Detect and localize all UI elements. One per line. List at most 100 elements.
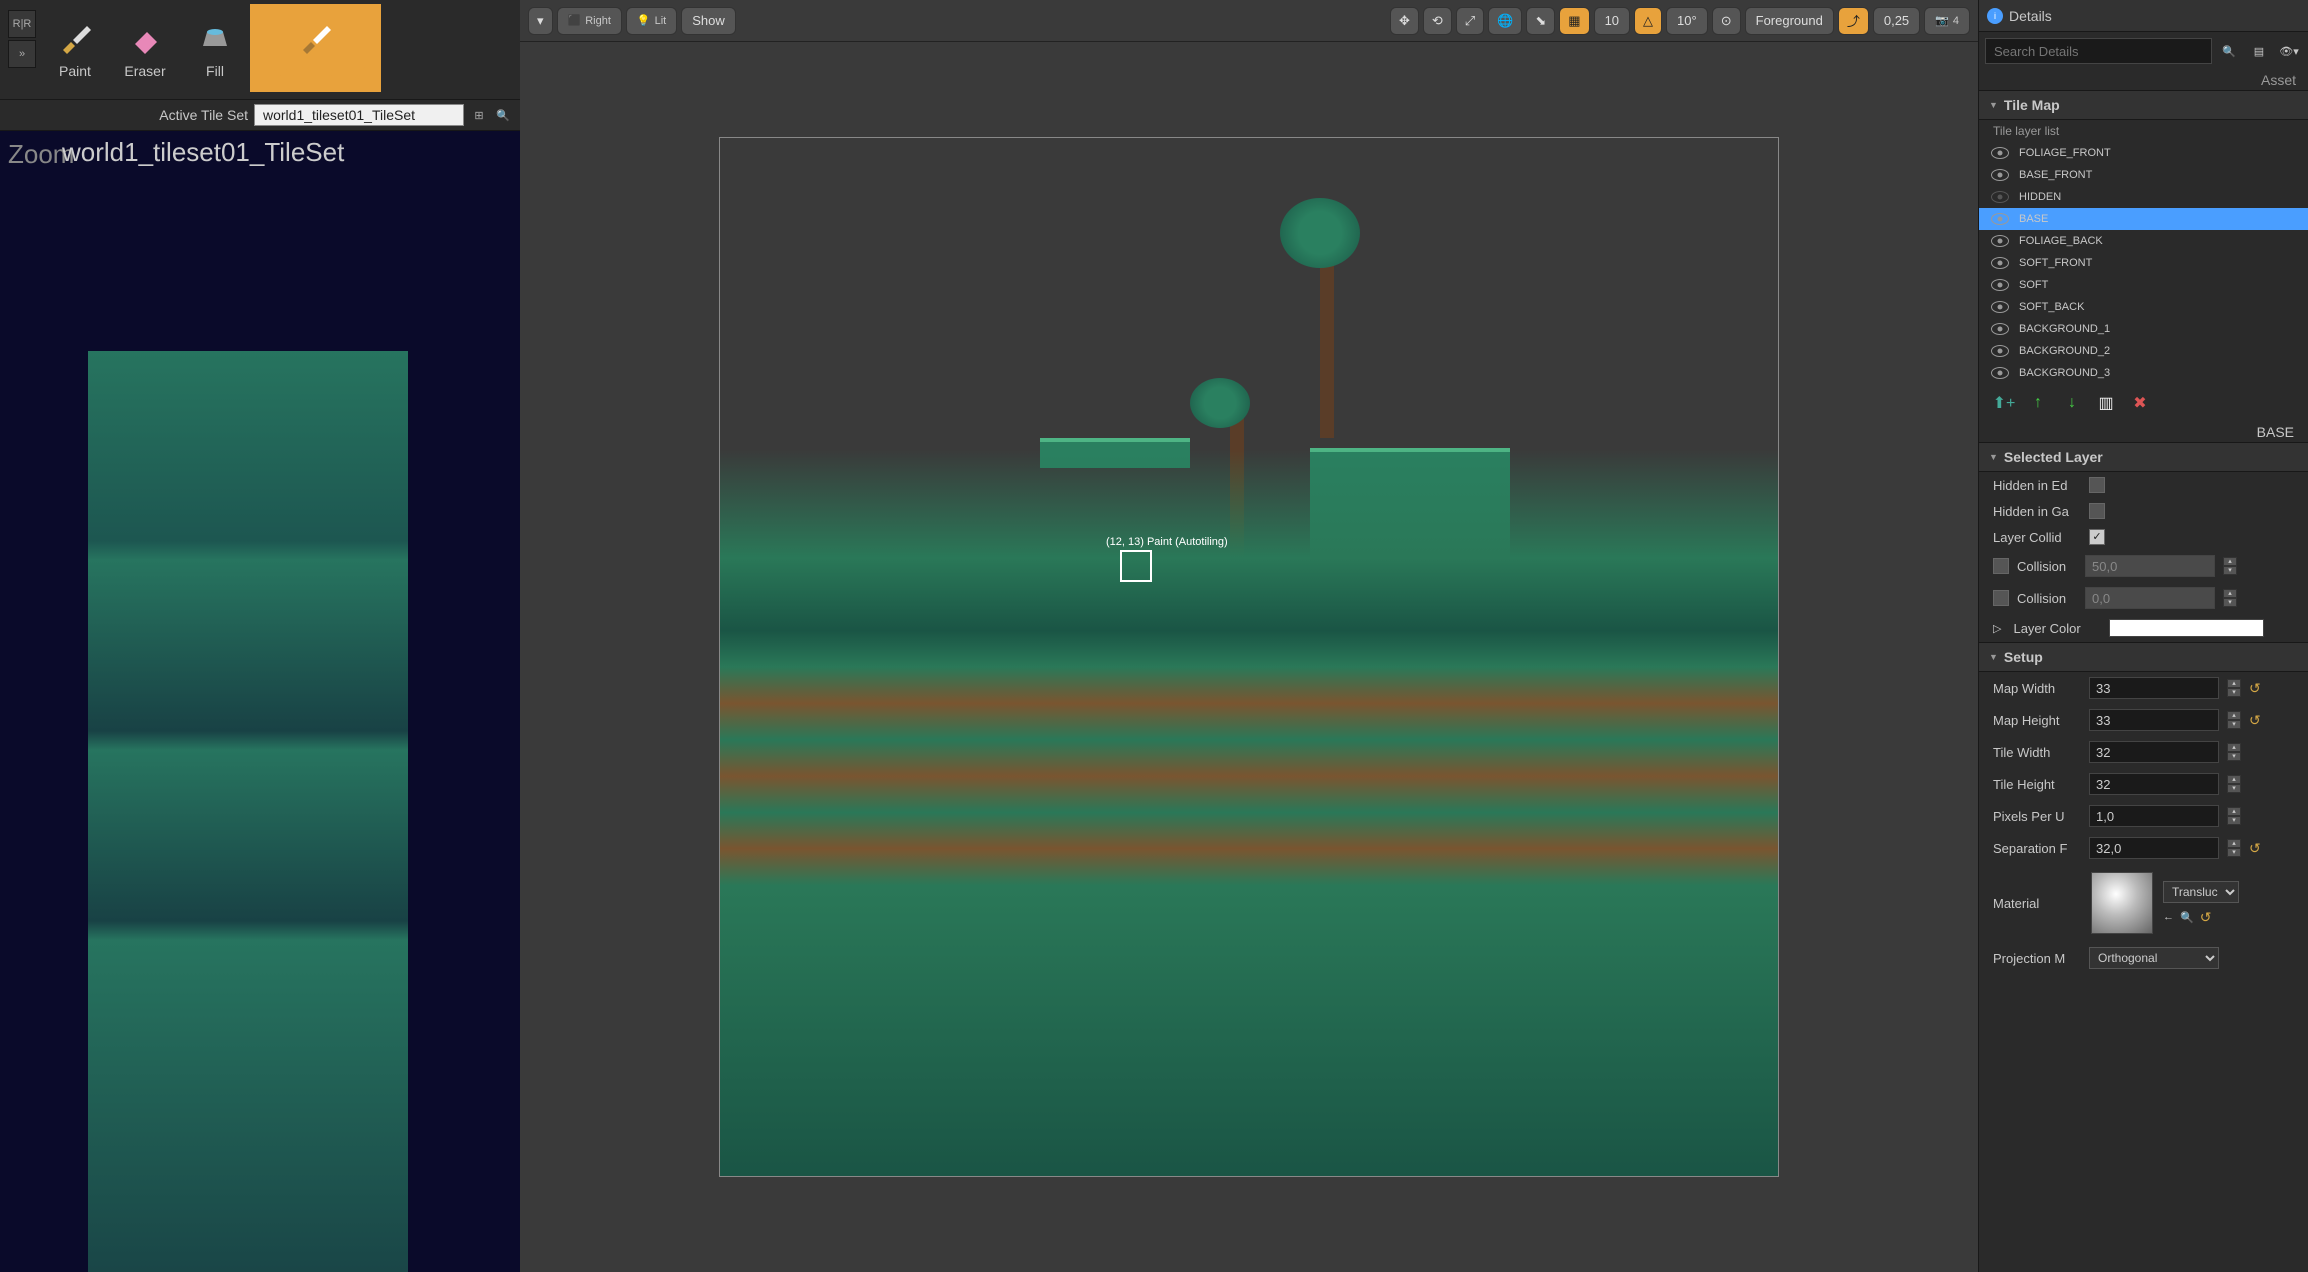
map-height-input[interactable]	[2089, 709, 2219, 731]
eraser-tool[interactable]: Eraser	[110, 4, 180, 92]
expand-icon[interactable]: ▷	[1993, 622, 2001, 635]
tilemap-viewport[interactable]: (12, 13) Paint (Autotiling)	[520, 42, 1978, 1272]
collision-offset-input[interactable]	[2085, 587, 2215, 609]
move-down-icon[interactable]: ↓	[2061, 392, 2083, 414]
visibility-eye-icon[interactable]	[1991, 169, 2009, 181]
tileset-viewport[interactable]: Zoom world1_tileset01_TileSet	[0, 131, 520, 1272]
section-setup[interactable]: Setup	[1979, 642, 2308, 672]
reset-icon[interactable]: ↺	[2200, 909, 2212, 926]
section-tilemap[interactable]: Tile Map	[1979, 90, 2308, 120]
filter-icon[interactable]: ▤	[2246, 38, 2272, 64]
viewport-options-button[interactable]: ▾	[528, 7, 553, 35]
paint-tool[interactable]: Paint	[40, 4, 110, 92]
layer-item-foliage_back[interactable]: FOLIAGE_BACK	[1979, 230, 2308, 252]
tileset-dropdown[interactable]: world1_tileset01_TileSet	[254, 104, 464, 126]
magnifier-icon[interactable]: 🔍	[494, 106, 512, 124]
reset-icon[interactable]: ↺	[2249, 680, 2261, 697]
move-gizmo-button[interactable]: ✥	[1390, 7, 1419, 35]
spinner[interactable]: ▴▾	[2227, 743, 2241, 761]
visibility-eye-icon[interactable]	[1991, 147, 2009, 159]
camera-count-val: 4	[1953, 15, 1959, 27]
fill-tool[interactable]: Fill	[180, 4, 250, 92]
spinner[interactable]: ▴▾	[2223, 589, 2237, 607]
tile-height-input[interactable]	[2089, 773, 2219, 795]
map-width-input[interactable]	[2089, 677, 2219, 699]
layer-item-background_2[interactable]: BACKGROUND_2	[1979, 340, 2308, 362]
visibility-eye-icon[interactable]	[1991, 191, 2009, 203]
layer-item-background_3[interactable]: BACKGROUND_3	[1979, 362, 2308, 384]
scale-snap-button[interactable]: ⊙	[1712, 7, 1741, 35]
grid-snap-button[interactable]: ▦	[1559, 7, 1589, 35]
layer-mode-button[interactable]: Foreground	[1745, 7, 1834, 35]
layer-item-soft[interactable]: SOFT	[1979, 274, 2308, 296]
browse-icon[interactable]: 🔍	[2180, 911, 2194, 924]
delete-layer-icon[interactable]: ✖	[2129, 392, 2151, 414]
spinner[interactable]: ▴▾	[2227, 807, 2241, 825]
visibility-eye-icon[interactable]	[1991, 213, 2009, 225]
angle-snap-button[interactable]: △	[1634, 7, 1662, 35]
expand-tools-button[interactable]: »	[8, 40, 36, 68]
separation-input[interactable]	[2089, 837, 2219, 859]
collision-thick-enable[interactable]	[1993, 558, 2009, 574]
grid-snap-value[interactable]: 10	[1594, 7, 1630, 35]
grid-icon[interactable]: ⊞	[470, 106, 488, 124]
layer-item-base_front[interactable]: BASE_FRONT	[1979, 164, 2308, 186]
layer-item-background_1[interactable]: BACKGROUND_1	[1979, 318, 2308, 340]
autotile-tool[interactable]: Paint (Autotiling)	[250, 4, 381, 92]
search-icon[interactable]: 🔍	[2216, 38, 2242, 64]
camera-speed-icon[interactable]: ⤴	[1838, 7, 1869, 35]
visibility-eye-icon[interactable]	[1991, 279, 2009, 291]
material-thumbnail[interactable]	[2091, 872, 2153, 934]
search-details-input[interactable]	[1985, 38, 2212, 64]
layer-item-foliage_front[interactable]: FOLIAGE_FRONT	[1979, 142, 2308, 164]
rotate-gizmo-button[interactable]: ⟲	[1423, 7, 1452, 35]
hidden-game-label: Hidden in Ga	[1993, 504, 2081, 519]
tilemap-canvas[interactable]: (12, 13) Paint (Autotiling)	[719, 137, 1779, 1177]
lit-button[interactable]: 💡Lit	[626, 7, 677, 35]
tileset-image[interactable]	[88, 351, 408, 1272]
world-local-button[interactable]: 🌐	[1488, 7, 1522, 35]
visibility-eye-icon[interactable]	[1991, 235, 2009, 247]
spinner[interactable]: ▴▾	[2227, 839, 2241, 857]
add-layer-icon[interactable]: ⬆+	[1993, 392, 2015, 414]
visibility-eye-icon[interactable]	[1991, 323, 2009, 335]
camera-count[interactable]: 📷4	[1924, 7, 1970, 35]
collision-thickness-input[interactable]	[2085, 555, 2215, 577]
collision-off-enable[interactable]	[1993, 590, 2009, 606]
eye-dropdown-icon[interactable]: 👁▾	[2276, 38, 2302, 64]
layer-color-swatch[interactable]	[2109, 619, 2264, 637]
visibility-eye-icon[interactable]	[1991, 345, 2009, 357]
duplicate-layer-icon[interactable]: ▥	[2095, 392, 2117, 414]
layer-item-soft_back[interactable]: SOFT_BACK	[1979, 296, 2308, 318]
pixels-per-unit-input[interactable]	[2089, 805, 2219, 827]
spinner[interactable]: ▴▾	[2227, 711, 2241, 729]
camera-speed-value[interactable]: 0,25	[1873, 7, 1920, 35]
spinner[interactable]: ▴▾	[2223, 557, 2237, 575]
layer-item-hidden[interactable]: HIDDEN	[1979, 186, 2308, 208]
mirror-horizontal-button[interactable]: R|R	[8, 10, 36, 38]
reset-icon[interactable]: ↺	[2249, 840, 2261, 857]
hidden-game-checkbox[interactable]	[2089, 503, 2105, 519]
angle-snap-value[interactable]: 10°	[1666, 7, 1708, 35]
material-dropdown[interactable]: Transluc	[2163, 881, 2239, 903]
map-width-label: Map Width	[1993, 681, 2081, 696]
use-selected-icon[interactable]: ←	[2163, 911, 2174, 923]
visibility-eye-icon[interactable]	[1991, 257, 2009, 269]
spinner[interactable]: ▴▾	[2227, 775, 2241, 793]
scale-gizmo-button[interactable]: ⤢	[1456, 7, 1484, 35]
move-up-icon[interactable]: ↑	[2027, 392, 2049, 414]
section-selected-layer[interactable]: Selected Layer	[1979, 442, 2308, 472]
tile-width-input[interactable]	[2089, 741, 2219, 763]
layer-item-soft_front[interactable]: SOFT_FRONT	[1979, 252, 2308, 274]
reset-icon[interactable]: ↺	[2249, 712, 2261, 729]
layer-item-base[interactable]: BASE	[1979, 208, 2308, 230]
projection-dropdown[interactable]: Orthogonal	[2089, 947, 2219, 969]
visibility-eye-icon[interactable]	[1991, 301, 2009, 313]
hidden-editor-checkbox[interactable]	[2089, 477, 2105, 493]
visibility-eye-icon[interactable]	[1991, 367, 2009, 379]
show-button[interactable]: Show	[681, 7, 736, 35]
layer-collides-checkbox[interactable]	[2089, 529, 2105, 545]
surface-snap-button[interactable]: ⬊	[1526, 7, 1555, 35]
spinner[interactable]: ▴▾	[2227, 679, 2241, 697]
perspective-button[interactable]: ⬛Right	[557, 7, 622, 35]
